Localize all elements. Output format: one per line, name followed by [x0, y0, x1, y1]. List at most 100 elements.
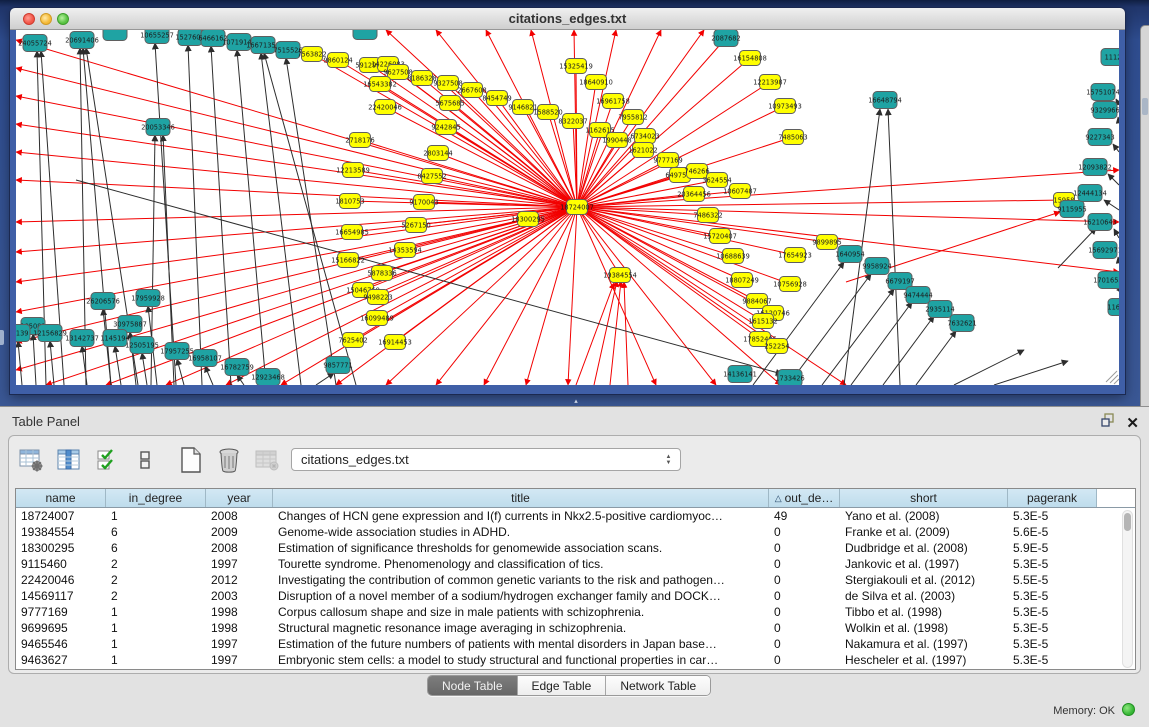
graph-node[interactable]: 9860124: [323, 53, 352, 68]
graph-node[interactable]: 16154808: [733, 51, 767, 66]
graph-node[interactable]: 9899895: [812, 235, 841, 250]
graph-node[interactable]: 9115955: [1057, 201, 1086, 218]
graph-node[interactable]: 16782759: [220, 359, 254, 376]
column-header-name[interactable]: name: [16, 489, 106, 507]
graph-node[interactable]: 15325419: [559, 59, 593, 74]
column-header-title[interactable]: title: [273, 489, 769, 507]
table-vertical-scrollbar[interactable]: [1122, 510, 1133, 668]
graph-node[interactable]: 16210643: [1083, 214, 1117, 231]
graph-node[interactable]: [353, 30, 377, 40]
graph-node[interactable]: 8186328: [407, 71, 436, 86]
graph-node[interactable]: 1733426: [775, 370, 804, 386]
graph-node[interactable]: 13142737: [65, 330, 99, 347]
graph-node[interactable]: 8322037: [558, 114, 587, 129]
graph-node[interactable]: 8454749: [482, 91, 511, 106]
table-source-dropdown[interactable]: citations_edges.txt ▲▼: [291, 448, 681, 471]
graph-node[interactable]: 5878336: [367, 266, 396, 281]
graph-node[interactable]: 16914453: [378, 335, 412, 350]
graph-node[interactable]: 22420046: [368, 100, 402, 115]
graph-node[interactable]: 9777169: [653, 153, 682, 168]
table-header-row[interactable]: namein_degreeyeartitle△out_de…shortpager…: [16, 489, 1135, 508]
graph-node[interactable]: 252254: [764, 339, 789, 354]
new-table-icon[interactable]: [177, 447, 205, 473]
graph-node[interactable]: 33139: [16, 325, 30, 342]
graph-node[interactable]: 15692971: [1088, 242, 1119, 259]
graph-node[interactable]: 9329966: [1090, 102, 1119, 119]
left-panel-handle[interactable]: [0, 330, 4, 345]
column-header-pagerank[interactable]: pagerank: [1008, 489, 1097, 507]
table-row[interactable]: 946554611997Estimation of the future num…: [16, 636, 1135, 652]
network-canvas[interactable]: 24055724 20691406 10655257 1527602 64661…: [16, 30, 1119, 385]
tab-edge-table[interactable]: Edge Table: [518, 676, 607, 695]
graph-node[interactable]: 12093822: [1078, 159, 1112, 176]
graph-node[interactable]: 5675685: [435, 96, 464, 111]
graph-node[interactable]: 12923468: [251, 369, 285, 386]
table-row[interactable]: 1938455462009Genome-wide association stu…: [16, 524, 1135, 540]
graph-node[interactable]: 9474444: [903, 287, 932, 304]
graph-node[interactable]: 10688639: [716, 249, 750, 264]
graph-node[interactable]: 2803144: [423, 146, 452, 161]
row-selection-icon[interactable]: [93, 447, 121, 473]
graph-node[interactable]: 8427552: [417, 169, 446, 184]
graph-node[interactable]: 3624554: [702, 173, 731, 188]
graph-node[interactable]: 9242845: [431, 120, 460, 135]
table-row[interactable]: 1872400712008Changes of HCN gene express…: [16, 508, 1135, 524]
graph-node[interactable]: 17016534: [1093, 272, 1119, 289]
graph-node[interactable]: 17654923: [778, 248, 812, 263]
graph-node[interactable]: 14353594: [388, 243, 422, 258]
graph-node[interactable]: 14136141: [723, 366, 757, 383]
graph-node[interactable]: 1112: [1101, 49, 1119, 66]
column-header-in_degree[interactable]: in_degree: [106, 489, 206, 507]
node-attribute-table[interactable]: namein_degreeyeartitle△out_de…shortpager…: [15, 488, 1136, 670]
close-panel-icon[interactable]: ✕: [1126, 414, 1139, 432]
graph-node[interactable]: 18640910: [579, 75, 613, 90]
citation-network-graph[interactable]: 24055724 20691406 10655257 1527602 64661…: [16, 30, 1119, 385]
table-row[interactable]: 969969511998Structural magnetic resonanc…: [16, 620, 1135, 636]
resize-grip-icon[interactable]: [1106, 371, 1119, 384]
graph-node[interactable]: 16654985: [335, 225, 369, 240]
graph-node[interactable]: 9227343: [1085, 129, 1114, 146]
graph-node[interactable]: 7563822: [297, 47, 326, 62]
window-titlebar[interactable]: citations_edges.txt: [10, 8, 1125, 30]
graph-node[interactable]: 2718176: [345, 133, 374, 148]
graph-node[interactable]: 7625402: [338, 333, 367, 348]
graph-node[interactable]: 2087682: [711, 30, 740, 47]
show-columns-icon[interactable]: [55, 447, 83, 473]
table-row[interactable]: 1456911722003Disruption of a novel membe…: [16, 588, 1135, 604]
delete-table-icon[interactable]: [215, 447, 243, 473]
graph-node[interactable]: 9857771: [323, 357, 352, 374]
graph-node[interactable]: 1810753: [335, 194, 364, 209]
graph-node[interactable]: 1990448: [602, 133, 631, 148]
graph-node[interactable]: 10655257: [140, 30, 174, 44]
panel-splitter-handle[interactable]: ▴: [570, 398, 582, 405]
graph-node[interactable]: 19384554: [603, 268, 637, 283]
graph-node[interactable]: 9958924: [862, 258, 891, 275]
graph-node[interactable]: 26206576: [86, 293, 120, 310]
graph-node[interactable]: 1621022: [628, 143, 657, 158]
column-header-year[interactable]: year: [206, 489, 273, 507]
graph-node[interactable]: 7485063: [778, 130, 807, 145]
graph-node[interactable]: 9170043: [409, 195, 438, 210]
column-header-short[interactable]: short: [840, 489, 1008, 507]
graph-node[interactable]: 12505195: [125, 337, 159, 354]
graph-node[interactable]: 15751074: [1086, 84, 1119, 101]
scrollbar-thumb[interactable]: [1124, 513, 1131, 531]
table-row[interactable]: 2242004622012Investigating the contribut…: [16, 572, 1135, 588]
graph-node[interactable]: 24055724: [18, 35, 52, 52]
graph-node[interactable]: 10756928: [773, 277, 807, 292]
graph-node[interactable]: 12444134: [1073, 185, 1107, 202]
graph-node[interactable]: 17959928: [131, 290, 165, 307]
graph-node[interactable]: 1615132: [748, 314, 777, 329]
table-row[interactable]: 946362711997Embryonic stem cells: a mode…: [16, 652, 1135, 668]
table-row[interactable]: 977716911998Corpus callosum shape and si…: [16, 604, 1135, 620]
graph-node[interactable]: 6734023: [630, 129, 659, 144]
table-body[interactable]: 1872400712008Changes of HCN gene express…: [16, 508, 1135, 668]
float-window-icon[interactable]: [1101, 413, 1116, 432]
graph-node[interactable]: 12213987: [753, 75, 787, 90]
graph-node[interactable]: 7632621: [947, 315, 976, 332]
graph-node[interactable]: 20691406: [65, 32, 99, 49]
stacked-rows-icon[interactable]: [131, 447, 159, 473]
graph-node[interactable]: 9498223: [363, 290, 392, 305]
graph-node[interactable]: 20053346: [141, 119, 175, 136]
side-panel-handle[interactable]: [1142, 98, 1148, 115]
